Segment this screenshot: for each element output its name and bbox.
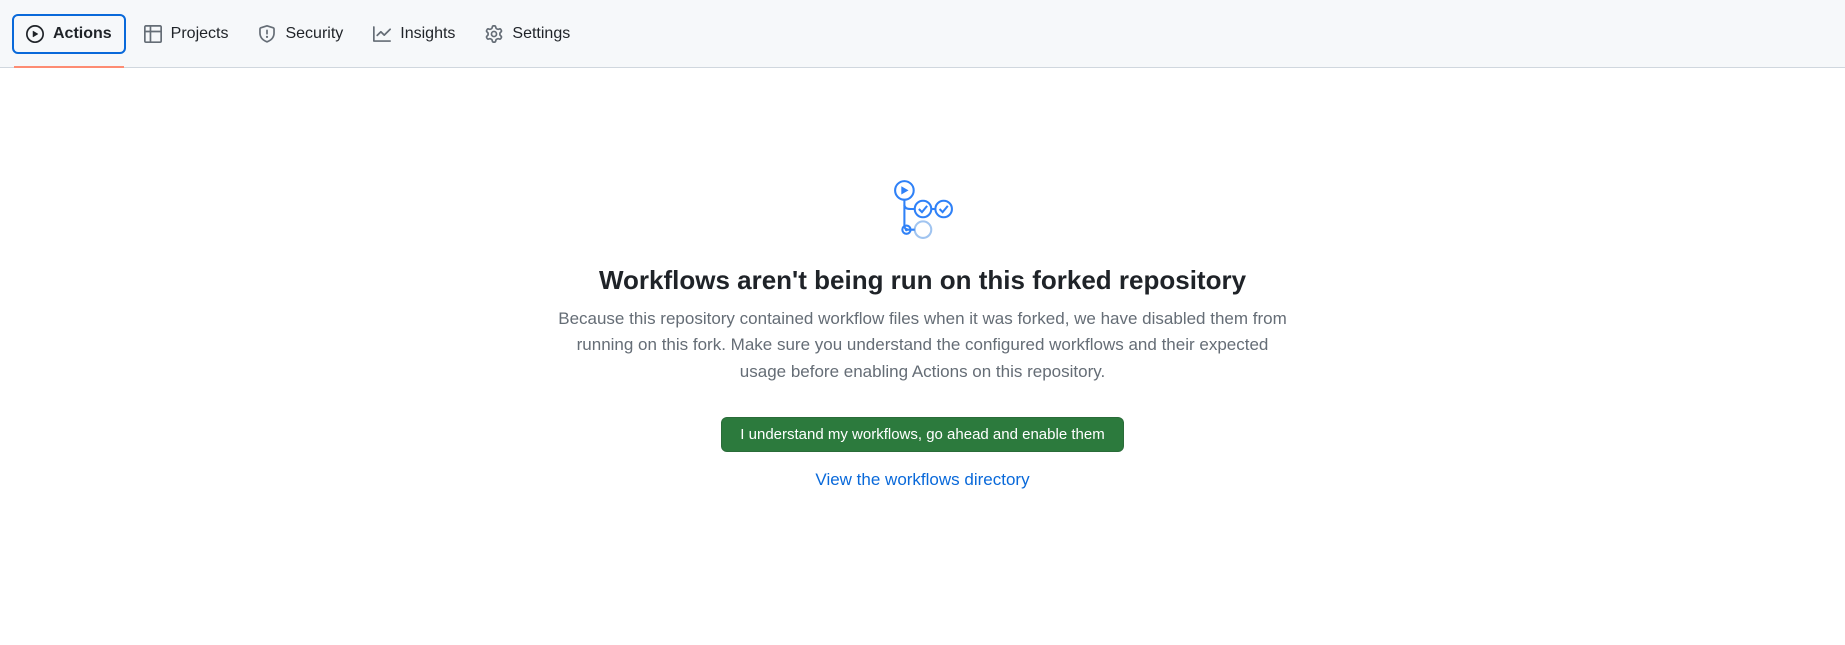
enable-workflows-button[interactable]: I understand my workflows, go ahead and … bbox=[721, 417, 1123, 452]
table-icon bbox=[144, 25, 162, 43]
tab-settings[interactable]: Settings bbox=[473, 16, 582, 52]
tab-actions[interactable]: Actions bbox=[12, 14, 126, 54]
workflow-icon bbox=[892, 178, 954, 245]
play-circle-icon bbox=[26, 25, 44, 43]
tab-security-label: Security bbox=[285, 25, 343, 43]
shield-icon bbox=[258, 25, 276, 43]
graph-icon bbox=[373, 25, 391, 43]
tab-settings-label: Settings bbox=[512, 25, 570, 43]
view-workflows-link[interactable]: View the workflows directory bbox=[815, 470, 1029, 490]
repo-nav-bar: Actions Projects Security Insights Setti… bbox=[0, 0, 1845, 68]
tab-projects[interactable]: Projects bbox=[132, 16, 241, 52]
tab-projects-label: Projects bbox=[171, 25, 229, 43]
gear-icon bbox=[485, 25, 503, 43]
tab-security[interactable]: Security bbox=[246, 16, 355, 52]
page-heading: Workflows aren't being run on this forke… bbox=[599, 265, 1246, 296]
main-content: Workflows aren't being run on this forke… bbox=[0, 68, 1845, 490]
nav-tabs: Actions Projects Security Insights Setti… bbox=[12, 0, 582, 67]
tab-insights[interactable]: Insights bbox=[361, 16, 467, 52]
page-description: Because this repository contained workfl… bbox=[553, 306, 1293, 385]
tab-actions-label: Actions bbox=[53, 25, 112, 43]
tab-insights-label: Insights bbox=[400, 25, 455, 43]
